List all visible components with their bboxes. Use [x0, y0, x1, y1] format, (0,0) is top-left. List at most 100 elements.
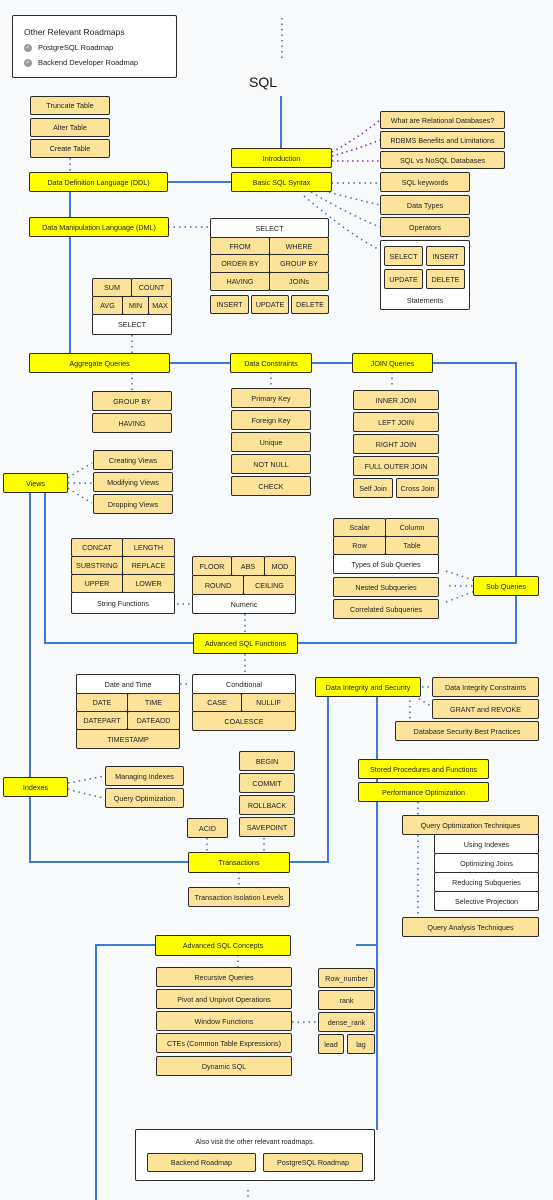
main-sub-queries[interactable]: Sub Queries — [473, 576, 539, 596]
main-transactions[interactable]: Transactions — [188, 852, 290, 873]
constraint-foreign-key[interactable]: Foreign Key — [231, 410, 311, 430]
statement-select[interactable]: SELECT — [384, 246, 423, 266]
subquery-correlated[interactable]: Correlated Subqueries — [333, 599, 439, 619]
main-advanced-sql-concepts[interactable]: Advanced SQL Concepts — [155, 935, 291, 956]
topic-grant-revoke[interactable]: GRANT and REVOKE — [432, 699, 539, 719]
topic-sql-keywords[interactable]: SQL keywords — [380, 172, 470, 192]
agg-min[interactable]: MIN — [122, 296, 149, 315]
subquery-nested[interactable]: Nested Subqueries — [333, 577, 439, 597]
postgresql-roadmap-button[interactable]: PostgreSQL Roadmap — [263, 1153, 363, 1172]
agg-select-label[interactable]: SELECT — [92, 314, 172, 335]
topic-alter-table[interactable]: Alter Table — [30, 118, 110, 137]
topic-query-optimization[interactable]: Query Optimization — [105, 788, 184, 808]
fn-date[interactable]: DATE — [76, 693, 128, 712]
topic-group-by[interactable]: GROUP BY — [92, 391, 172, 411]
main-introduction[interactable]: Introduction — [231, 148, 332, 168]
tx-commit[interactable]: COMMIT — [239, 773, 295, 793]
main-data-integrity-security[interactable]: Data Integrity and Security — [315, 677, 421, 697]
tx-savepoint[interactable]: SAVEPOINT — [239, 817, 295, 837]
dml-delete[interactable]: DELETE — [291, 295, 329, 314]
clause-group-by[interactable]: GROUP BY — [269, 254, 329, 273]
clause-order-by[interactable]: ORDER BY — [210, 254, 270, 273]
fn-concat[interactable]: CONCAT — [71, 538, 123, 557]
main-basic-sql-syntax[interactable]: Basic SQL Syntax — [231, 172, 332, 192]
constraint-primary-key[interactable]: Primary Key — [231, 388, 311, 408]
fn-abs[interactable]: ABS — [231, 556, 265, 576]
main-aggregate-queries[interactable]: Aggregate Queries — [29, 353, 170, 373]
fn-dateadd[interactable]: DATEADD — [127, 711, 180, 730]
fn-upper[interactable]: UPPER — [71, 574, 123, 593]
conditional-label[interactable]: Conditional — [192, 674, 296, 694]
join-cross[interactable]: Cross Join — [396, 478, 439, 498]
subquery-column[interactable]: Column — [385, 518, 439, 537]
main-dml[interactable]: Data Manipulation Language (DML) — [29, 217, 169, 237]
topic-sql-vs-nosql[interactable]: SQL vs NoSQL Databases — [380, 151, 505, 169]
concept-ctes[interactable]: CTEs (Common Table Expressions) — [156, 1033, 292, 1053]
numeric-label[interactable]: Numeric — [192, 594, 296, 614]
wf-rank[interactable]: rank — [318, 990, 375, 1010]
main-stored-procedures[interactable]: Stored Procedures and Functions — [358, 759, 489, 779]
agg-sum[interactable]: SUM — [92, 278, 132, 297]
join-left[interactable]: LEFT JOIN — [353, 412, 439, 432]
concept-pivot-unpivot[interactable]: Pivot and Unpivot Operations — [156, 989, 292, 1009]
fn-replace[interactable]: REPLACE — [122, 556, 175, 575]
fn-substring[interactable]: SUBSTRING — [71, 556, 123, 575]
legend-item-postgresql[interactable]: ✓ PostgreSQL Roadmap — [24, 43, 113, 52]
subquery-table[interactable]: Table — [385, 536, 439, 555]
constraint-unique[interactable]: Unique — [231, 432, 311, 452]
topic-query-analysis-techniques[interactable]: Query Analysis Techniques — [402, 917, 539, 937]
statement-update[interactable]: UPDATE — [384, 269, 423, 289]
concept-dynamic-sql[interactable]: Dynamic SQL — [156, 1056, 292, 1076]
wf-dense-rank[interactable]: dense_rank — [318, 1012, 375, 1032]
types-of-subqueries-label[interactable]: Types of Sub Queries — [333, 554, 439, 574]
fn-lower[interactable]: LOWER — [122, 574, 175, 593]
fn-case[interactable]: CASE — [192, 693, 242, 712]
backend-roadmap-button[interactable]: Backend Roadmap — [147, 1153, 256, 1172]
fn-coalesce[interactable]: COALESCE — [192, 711, 296, 731]
topic-acid[interactable]: ACID — [187, 818, 228, 838]
concept-window-functions[interactable]: Window Functions — [156, 1011, 292, 1031]
date-time-label[interactable]: Date and Time — [76, 674, 180, 694]
clause-from[interactable]: FROM — [210, 237, 270, 255]
main-indexes[interactable]: Indexes — [3, 777, 68, 797]
topic-db-security-best-practices[interactable]: Database Security Best Practices — [395, 721, 539, 741]
fn-length[interactable]: LENGTH — [122, 538, 175, 557]
topic-operators[interactable]: Operators — [380, 217, 470, 237]
tx-begin[interactable]: BEGIN — [239, 751, 295, 771]
topic-rdbms-benefits[interactable]: RDBMS Benefits and Limitations — [380, 131, 505, 149]
topic-query-optimization-techniques[interactable]: Query Optimization Techniques — [402, 815, 539, 835]
topic-truncate-table[interactable]: Truncate Table — [30, 96, 110, 115]
view-creating[interactable]: Creating Views — [93, 450, 173, 470]
main-ddl[interactable]: Data Definition Language (DDL) — [29, 172, 168, 192]
main-advanced-sql-functions[interactable]: Advanced SQL Functions — [193, 633, 298, 654]
fn-timestamp[interactable]: TIMESTAMP — [76, 729, 180, 749]
dml-select-label[interactable]: SELECT — [210, 218, 329, 238]
main-data-constraints[interactable]: Data Constraints — [230, 353, 312, 373]
qo-reducing-subqueries[interactable]: Reducing Subqueries — [434, 872, 539, 892]
agg-avg[interactable]: AVG — [92, 296, 123, 315]
fn-floor[interactable]: FLOOR — [192, 556, 232, 576]
main-join-queries[interactable]: JOIN Queries — [352, 353, 433, 373]
agg-count[interactable]: COUNT — [131, 278, 172, 297]
dml-insert[interactable]: INSERT — [210, 295, 249, 314]
join-inner[interactable]: INNER JOIN — [353, 390, 439, 410]
qo-optimizing-joins[interactable]: Optimizing Joins — [434, 853, 539, 873]
join-self[interactable]: Self Join — [353, 478, 393, 498]
clause-having[interactable]: HAVING — [210, 272, 270, 291]
fn-ceiling[interactable]: CEILING — [243, 575, 296, 595]
fn-time[interactable]: TIME — [127, 693, 180, 712]
topic-having[interactable]: HAVING — [92, 413, 172, 433]
constraint-not-null[interactable]: NOT NULL — [231, 454, 311, 474]
qo-selective-projection[interactable]: Selective Projection — [434, 891, 539, 911]
join-full-outer[interactable]: FULL OUTER JOIN — [353, 456, 439, 476]
clause-joins[interactable]: JOINs — [269, 272, 329, 291]
clause-where[interactable]: WHERE — [269, 237, 329, 255]
fn-nullif[interactable]: NULLIF — [241, 693, 296, 712]
main-performance-optimization[interactable]: Performance Optimization — [358, 782, 489, 802]
dml-update[interactable]: UPDATE — [251, 295, 289, 314]
string-functions-label[interactable]: String Functions — [71, 592, 175, 614]
fn-mod[interactable]: MOD — [264, 556, 296, 576]
subquery-scalar[interactable]: Scalar — [333, 518, 386, 537]
statement-insert[interactable]: INSERT — [426, 246, 465, 266]
view-modifying[interactable]: Modifying Views — [93, 472, 173, 492]
